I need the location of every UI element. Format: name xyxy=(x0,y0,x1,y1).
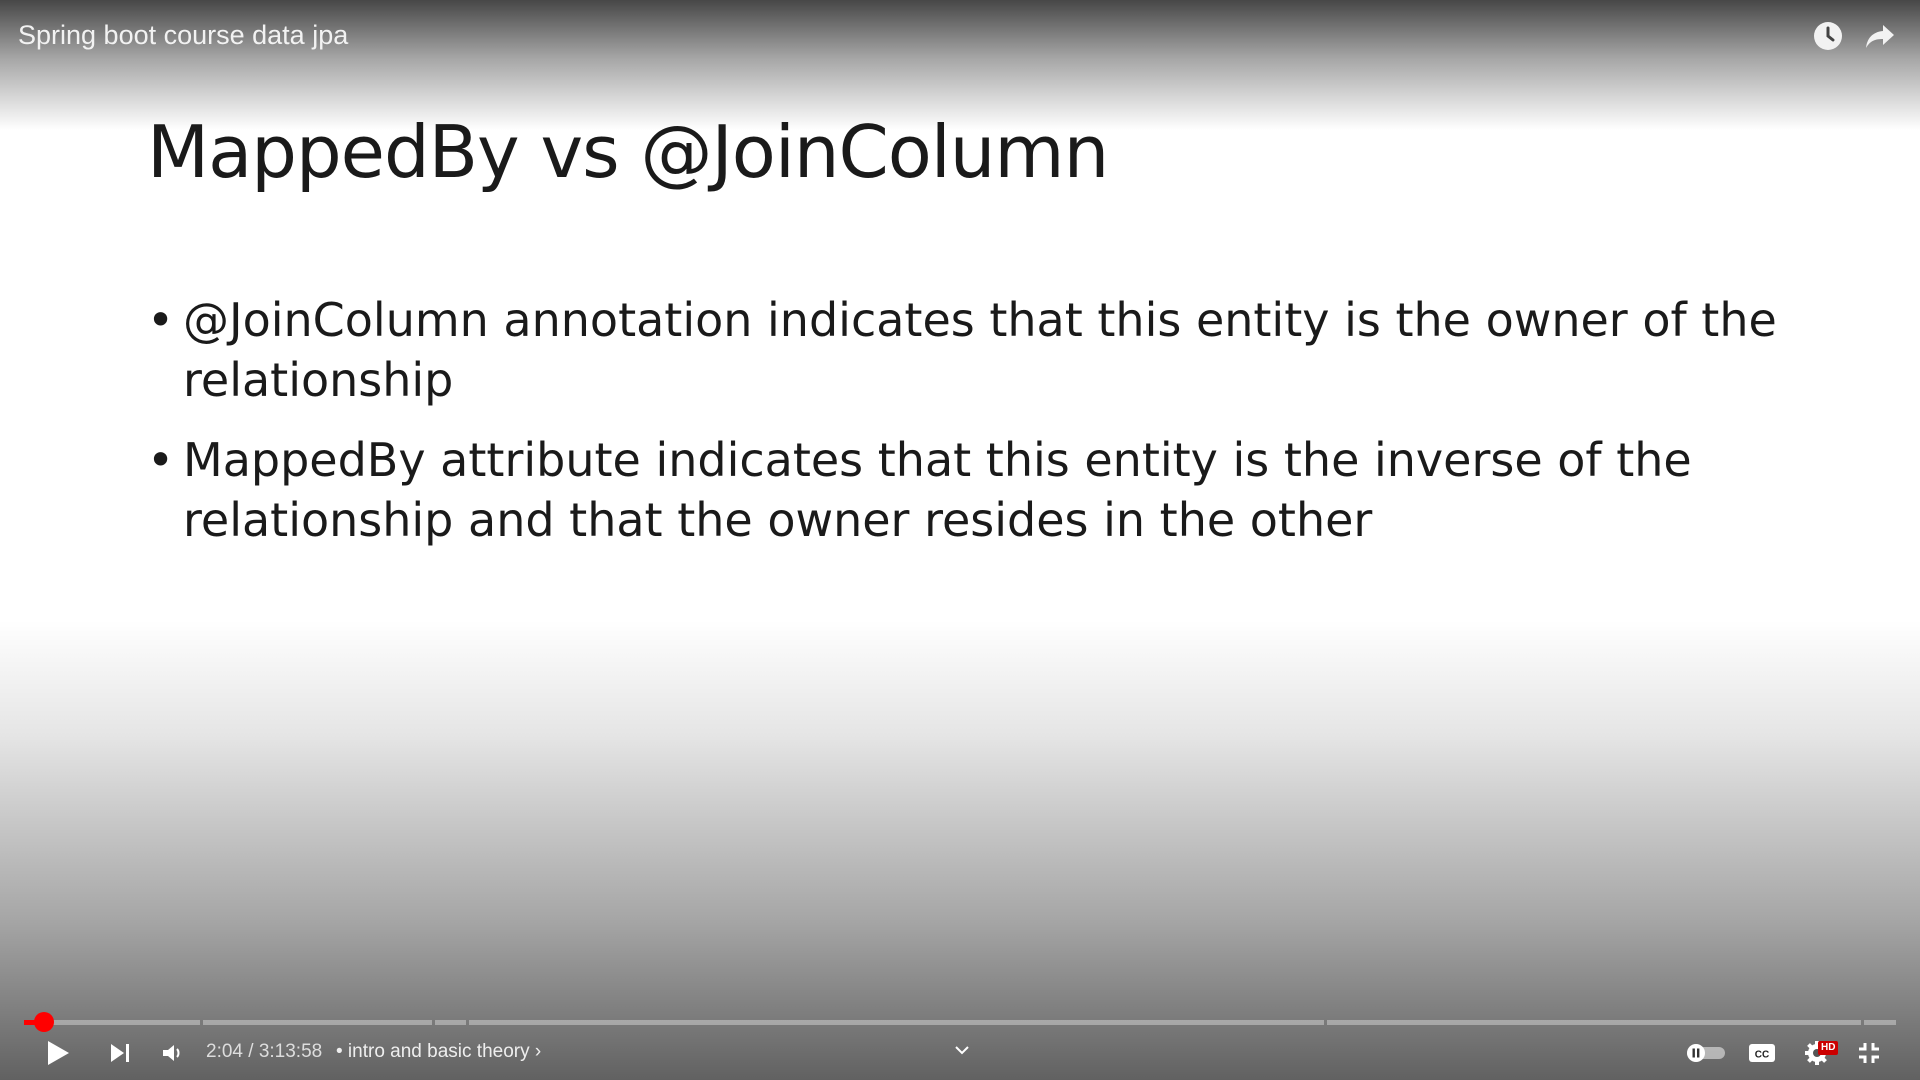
chapter-title: • intro and basic theory xyxy=(336,1041,530,1062)
volume-button[interactable] xyxy=(154,1036,190,1070)
play-button[interactable] xyxy=(40,1036,76,1070)
next-icon xyxy=(111,1044,129,1062)
next-button[interactable] xyxy=(102,1036,138,1070)
time-separator: / xyxy=(248,1041,254,1062)
chapter-segment xyxy=(469,1020,1324,1025)
total-duration: 3:13:58 xyxy=(258,1041,323,1062)
slide-bullet-list: • @JoinColumn annotation indicates that … xyxy=(145,290,1785,570)
expand-chapters-button[interactable] xyxy=(950,1040,974,1060)
slide-bullet-text: @JoinColumn annotation indicates that th… xyxy=(183,293,1777,407)
exit-fullscreen-icon xyxy=(1859,1043,1879,1063)
progress-bar[interactable] xyxy=(24,1012,1896,1032)
video-frame-slide: MappedBy vs @JoinColumn • @JoinColumn an… xyxy=(0,0,1920,1080)
chapter-segment xyxy=(1327,1020,1861,1025)
chevron-down-icon xyxy=(955,1046,969,1055)
chapter-chevron-icon: › xyxy=(534,1041,542,1062)
watch-later-button[interactable] xyxy=(1810,18,1846,54)
play-icon xyxy=(48,1041,69,1065)
volume-icon xyxy=(163,1045,180,1061)
chapter-segment xyxy=(203,1020,432,1025)
bullet-dot-icon: • xyxy=(147,433,175,487)
hd-badge: HD xyxy=(1818,1041,1839,1055)
slide-bullet-text: MappedBy attribute indicates that this e… xyxy=(183,433,1692,547)
bullet-dot-icon: • xyxy=(147,293,175,347)
slide-title: MappedBy vs @JoinColumn xyxy=(147,110,1109,194)
chapter-segment xyxy=(435,1020,466,1025)
captions-button[interactable]: CC xyxy=(1745,1036,1779,1070)
share-arrow-icon xyxy=(1866,25,1894,48)
slide-bullet-item: • @JoinColumn annotation indicates that … xyxy=(145,290,1785,410)
time-display: 2:04 / 3:13:58 xyxy=(206,1041,322,1063)
video-title[interactable]: Spring boot course data jpa xyxy=(18,20,348,51)
video-player[interactable]: MappedBy vs @JoinColumn • @JoinColumn an… xyxy=(0,0,1920,1080)
slide-bullet-item: • MappedBy attribute indicates that this… xyxy=(145,430,1785,550)
clock-icon xyxy=(1814,22,1842,50)
cc-icon: CC xyxy=(1749,1044,1775,1062)
svg-text:CC: CC xyxy=(1755,1050,1769,1061)
share-button[interactable] xyxy=(1862,18,1898,54)
chapter-title-button[interactable]: • intro and basic theory › xyxy=(336,1041,541,1063)
progress-scrubber-handle[interactable] xyxy=(34,1012,55,1032)
autoplay-toggle[interactable] xyxy=(1684,1036,1728,1070)
chapter-segment xyxy=(1864,1020,1896,1025)
current-time: 2:04 xyxy=(206,1041,243,1062)
exit-fullscreen-button[interactable] xyxy=(1852,1036,1886,1070)
autoplay-toggle-icon xyxy=(1687,1044,1725,1062)
